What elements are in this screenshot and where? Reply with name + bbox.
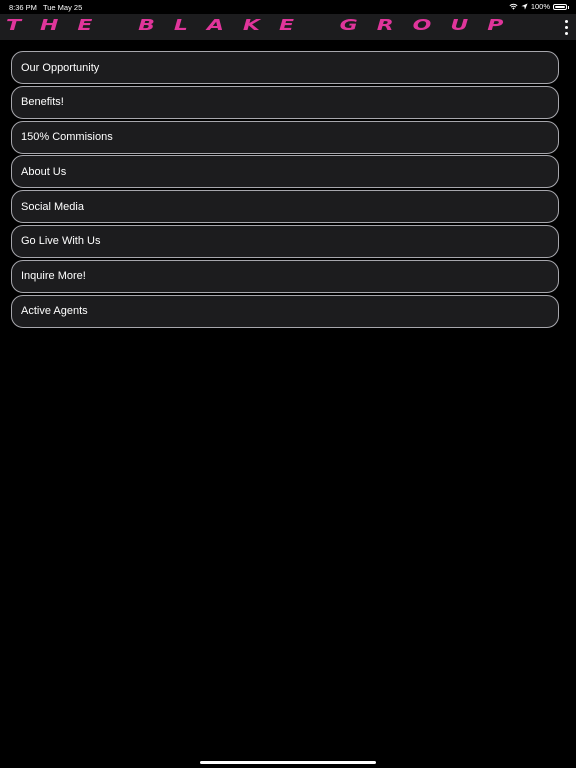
menu-item-label: Active Agents: [21, 305, 88, 318]
status-bar: 8:36 PM Tue May 25 100%: [0, 0, 576, 14]
menu-item-go-live[interactable]: Go Live With Us: [11, 224, 559, 258]
battery-icon: [553, 3, 569, 10]
wifi-icon: [509, 3, 518, 10]
menu-item-about-us[interactable]: About Us: [11, 155, 559, 189]
home-indicator[interactable]: [200, 761, 376, 764]
menu-item-label: Social Media: [21, 200, 84, 213]
menu-item-label: Inquire More!: [21, 270, 86, 283]
page-title: THE BLAKE GROUP: [6, 16, 523, 35]
more-vertical-icon: [564, 31, 568, 35]
location-arrow-icon: [521, 3, 528, 10]
status-time: 8:36 PM: [9, 3, 37, 12]
more-vertical-icon: [564, 25, 568, 29]
more-options-button[interactable]: [562, 18, 570, 36]
more-vertical-icon: [564, 19, 568, 23]
status-date: Tue May 25: [42, 3, 83, 12]
menu-item-label: About Us: [21, 165, 67, 178]
menu-item-commissions[interactable]: 150% Commisions: [11, 120, 559, 154]
main-menu: Our Opportunity Benefits! 150% Commision…: [11, 51, 559, 329]
status-right: 100%: [509, 2, 569, 11]
menu-item-our-opportunity[interactable]: Our Opportunity: [11, 51, 559, 84]
menu-item-benefits[interactable]: Benefits!: [11, 85, 559, 119]
battery-percentage: 100%: [530, 2, 550, 11]
menu-item-label: Go Live With Us: [21, 235, 101, 248]
app-header: THE BLAKE GROUP: [0, 14, 576, 40]
menu-item-label: Benefits!: [21, 96, 64, 109]
menu-item-social-media[interactable]: Social Media: [11, 190, 559, 224]
menu-item-inquire-more[interactable]: Inquire More!: [11, 259, 559, 293]
battery-fill: [555, 5, 565, 8]
app-screen: 8:36 PM Tue May 25 100% THE BLAKE GROUP: [0, 0, 576, 768]
status-left: 8:36 PM Tue May 25: [9, 3, 82, 12]
menu-item-label: Our Opportunity: [21, 61, 100, 74]
menu-item-label: 150% Commisions: [21, 131, 113, 144]
menu-item-active-agents[interactable]: Active Agents: [11, 294, 559, 328]
